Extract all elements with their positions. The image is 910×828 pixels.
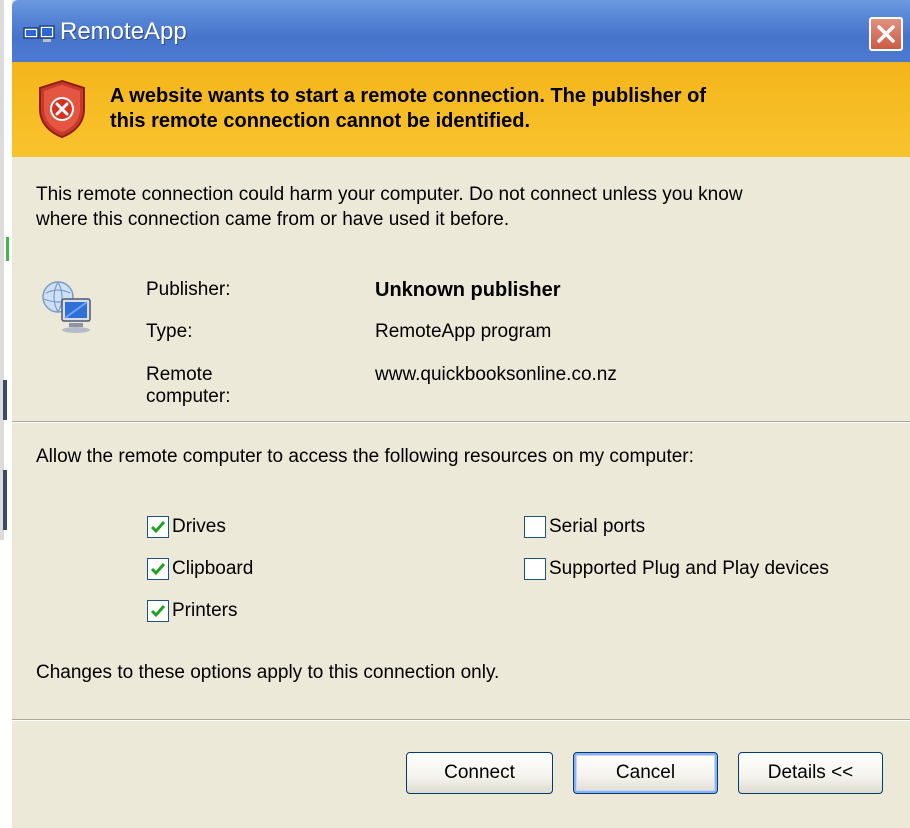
security-warning-banner: A website wants to start a remote connec… (12, 62, 910, 157)
plug-and-play-checkbox[interactable] (524, 558, 546, 580)
dialog-body: This remote connection could harm your c… (12, 157, 910, 828)
close-icon (877, 25, 895, 43)
button-area-divider (12, 719, 910, 721)
printers-checkbox[interactable] (147, 600, 169, 622)
window-title: RemoteApp (60, 18, 187, 45)
remoteapp-icon (23, 25, 55, 42)
clipboard-checkbox-item[interactable]: Clipboard (147, 556, 253, 582)
cancel-button[interactable]: Cancel (573, 752, 718, 794)
risk-description-line-1: This remote connection could harm your c… (36, 184, 743, 205)
options-footnote: Changes to these options apply to this c… (36, 662, 500, 683)
plug-and-play-label[interactable]: Supported Plug and Play devices (549, 558, 829, 580)
serial-ports-label[interactable]: Serial ports (549, 516, 645, 538)
checkmark-icon (150, 605, 166, 618)
serial-ports-checkbox-item[interactable]: Serial ports (524, 514, 645, 540)
drives-label[interactable]: Drives (172, 516, 226, 538)
serial-ports-checkbox[interactable] (524, 516, 546, 538)
resources-heading: Allow the remote computer to access the … (36, 446, 694, 467)
remote-computer-value: www.quickbooksonline.co.nz (375, 364, 617, 385)
plug-and-play-checkbox-item[interactable]: Supported Plug and Play devices (524, 556, 829, 582)
publisher-value: Unknown publisher (375, 279, 561, 301)
remoteapp-dialog: RemoteApp A website wants to start a rem… (0, 0, 910, 828)
type-label: Type: (146, 321, 193, 342)
risk-description: This remote connection could harm your c… (36, 182, 896, 232)
close-button[interactable] (869, 17, 903, 51)
printers-checkbox-item[interactable]: Printers (147, 598, 237, 624)
drives-checkbox[interactable] (147, 516, 169, 538)
shield-error-icon (39, 79, 85, 139)
warning-line-2: this remote connection cannot be identif… (110, 110, 531, 132)
background-window-edge (0, 0, 12, 828)
remote-computer-icon (42, 281, 91, 333)
clipboard-label[interactable]: Clipboard (172, 558, 253, 580)
drives-checkbox-item[interactable]: Drives (147, 514, 226, 540)
remote-computer-label: Remote computer: (146, 364, 231, 407)
clipboard-checkbox[interactable] (147, 558, 169, 580)
checkmark-icon (150, 521, 166, 534)
section-divider (12, 421, 910, 423)
printers-label[interactable]: Printers (172, 600, 237, 622)
checkmark-icon (150, 563, 166, 576)
warning-line-1: A website wants to start a remote connec… (110, 85, 707, 107)
publisher-label: Publisher: (146, 279, 231, 300)
risk-description-line-2: where this connection came from or have … (36, 209, 510, 230)
title-bar[interactable]: RemoteApp (12, 0, 910, 62)
type-value: RemoteApp program (375, 321, 552, 342)
connect-button[interactable]: Connect (406, 752, 553, 794)
warning-message: A website wants to start a remote connec… (110, 84, 870, 134)
details-button[interactable]: Details << (738, 752, 883, 794)
